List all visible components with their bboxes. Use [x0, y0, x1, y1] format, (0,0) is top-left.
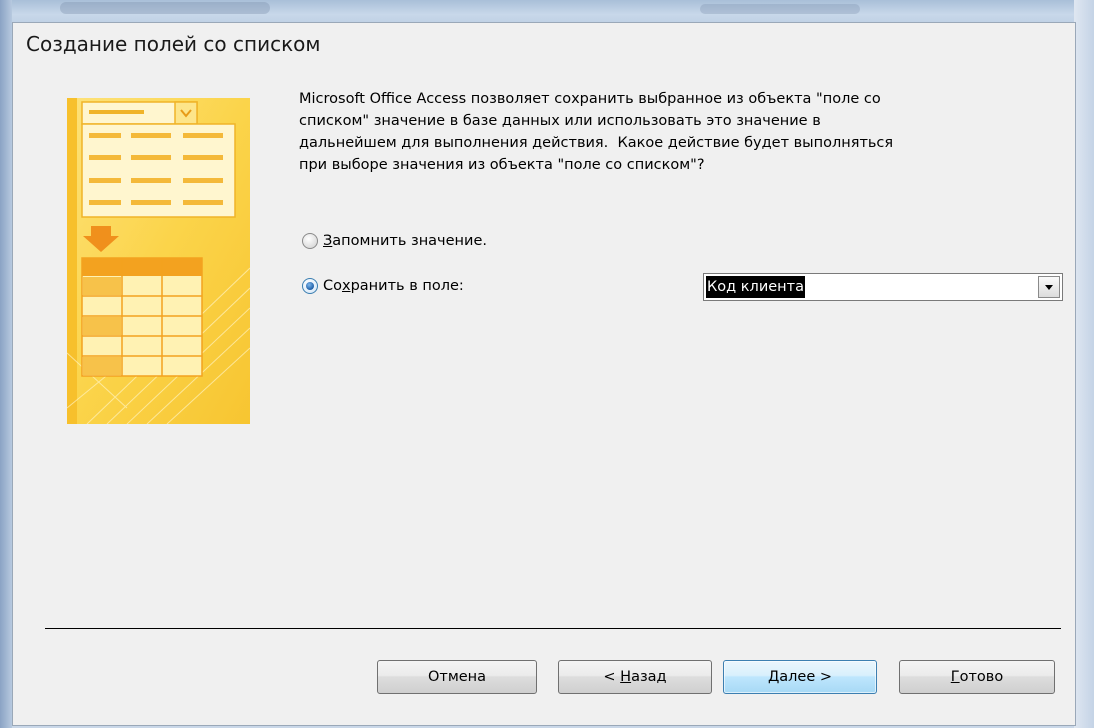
save-in-field-radio[interactable] [302, 278, 318, 294]
wizard-illustration [67, 98, 250, 424]
dialog-title: Создание полей со списком [26, 32, 321, 56]
chevron-down-icon[interactable] [1038, 276, 1060, 298]
combo-box-wizard-dialog: Создание полей со списком Microsoft Offi… [12, 22, 1076, 726]
background-window-chrome [0, 0, 1094, 24]
cancel-button-label: Отмена [427, 669, 487, 685]
save-in-field-option[interactable]: Сохранить в поле: [302, 278, 464, 294]
remember-value-option[interactable]: Запомнить значение. [302, 233, 487, 249]
finish-button[interactable]: Готово [899, 660, 1055, 694]
wizard-description: Microsoft Office Access позволяет сохран… [299, 91, 894, 173]
save-in-field-label: Сохранить в поле: [323, 278, 464, 294]
field-select-value[interactable]: Код клиента [706, 276, 805, 298]
cancel-button[interactable]: Отмена [377, 660, 537, 694]
background-window-edge [1074, 0, 1094, 728]
field-select-combo[interactable]: Код клиента [703, 273, 1063, 301]
next-button[interactable]: Далее > [723, 660, 877, 694]
back-button[interactable]: < Назад [558, 660, 712, 694]
back-button-label: < Назад [603, 669, 667, 685]
remember-value-label: Запомнить значение. [323, 233, 487, 249]
finish-button-label: Готово [950, 669, 1004, 685]
button-separator [45, 628, 1061, 629]
next-button-label: Далее > [767, 669, 833, 685]
background-window-edge [0, 0, 12, 728]
remember-value-radio[interactable] [302, 233, 318, 249]
blurred-title-text [60, 2, 270, 14]
blurred-title-text [700, 4, 860, 14]
